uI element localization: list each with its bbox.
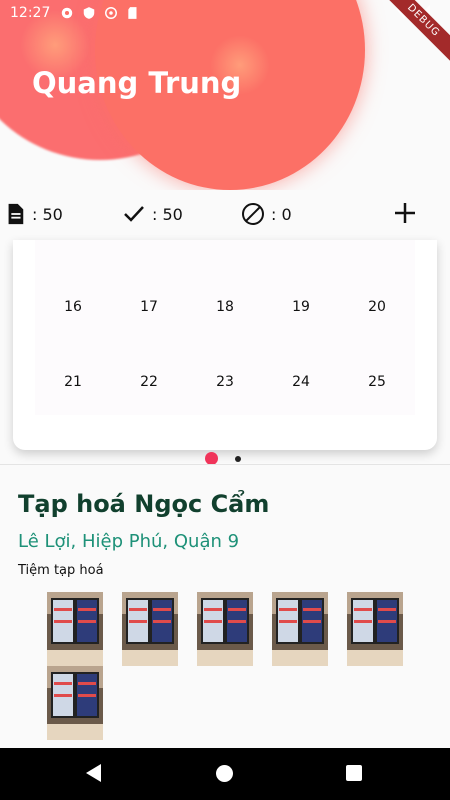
check-icon bbox=[124, 206, 144, 222]
calendar-card: 16 17 18 19 20 21 22 23 24 25 bbox=[13, 240, 437, 450]
calendar-day[interactable]: 22 bbox=[111, 374, 187, 390]
sd-card-icon bbox=[128, 7, 137, 19]
calendar-day[interactable]: 20 bbox=[339, 299, 415, 315]
shield-icon bbox=[84, 7, 95, 19]
divider bbox=[0, 464, 450, 465]
shop-photo[interactable] bbox=[122, 592, 178, 666]
stat-blocked[interactable]: : 0 bbox=[241, 202, 292, 226]
documents-count: : 50 bbox=[32, 204, 63, 224]
recent-apps-icon[interactable] bbox=[346, 765, 362, 781]
calendar-day[interactable]: 24 bbox=[263, 374, 339, 390]
stat-done[interactable]: : 50 bbox=[122, 202, 183, 226]
gear-icon bbox=[62, 7, 73, 19]
back-icon[interactable] bbox=[86, 764, 101, 782]
shop-name: Tạp hoá Ngọc Cẩm bbox=[18, 490, 270, 518]
no-data-icon bbox=[105, 7, 118, 19]
shop-photo[interactable] bbox=[272, 592, 328, 666]
calendar-day[interactable]: 21 bbox=[35, 374, 111, 390]
stats-row: : 50 : 50 : 0 bbox=[0, 190, 450, 240]
shop-photo[interactable] bbox=[347, 592, 403, 666]
blocked-count: : 0 bbox=[271, 204, 292, 224]
calendar-day[interactable]: 25 bbox=[339, 374, 415, 390]
shop-address[interactable]: Lê Lợi, Hiệp Phú, Quận 9 bbox=[18, 531, 239, 552]
home-icon[interactable] bbox=[216, 765, 233, 782]
calendar-week: 16 17 18 19 20 bbox=[35, 299, 415, 315]
status-bar: 12:27 bbox=[0, 0, 450, 26]
block-icon bbox=[242, 203, 264, 225]
calendar-day[interactable]: 23 bbox=[187, 374, 263, 390]
plus-icon bbox=[395, 203, 415, 223]
document-icon bbox=[8, 203, 24, 225]
calendar-day[interactable]: 18 bbox=[187, 299, 263, 315]
header: Quang Trung bbox=[0, 0, 450, 190]
stat-documents[interactable]: : 50 bbox=[4, 202, 63, 226]
status-time: 12:27 bbox=[10, 5, 51, 21]
shop-photo[interactable] bbox=[197, 592, 253, 666]
calendar-day[interactable]: 19 bbox=[263, 299, 339, 315]
calendar-day[interactable]: 17 bbox=[111, 299, 187, 315]
system-nav-bar bbox=[0, 748, 450, 800]
calendar-day[interactable]: 16 bbox=[35, 299, 111, 315]
page-title: Quang Trung bbox=[32, 66, 242, 100]
done-count: : 50 bbox=[152, 204, 183, 224]
calendar-week: 21 22 23 24 25 bbox=[35, 374, 415, 390]
shop-photo[interactable] bbox=[47, 666, 103, 740]
shop-type: Tiệm tạp hoá bbox=[18, 563, 104, 578]
page-dot[interactable] bbox=[235, 456, 241, 462]
shop-photo[interactable] bbox=[47, 592, 103, 666]
add-button[interactable] bbox=[393, 201, 417, 225]
